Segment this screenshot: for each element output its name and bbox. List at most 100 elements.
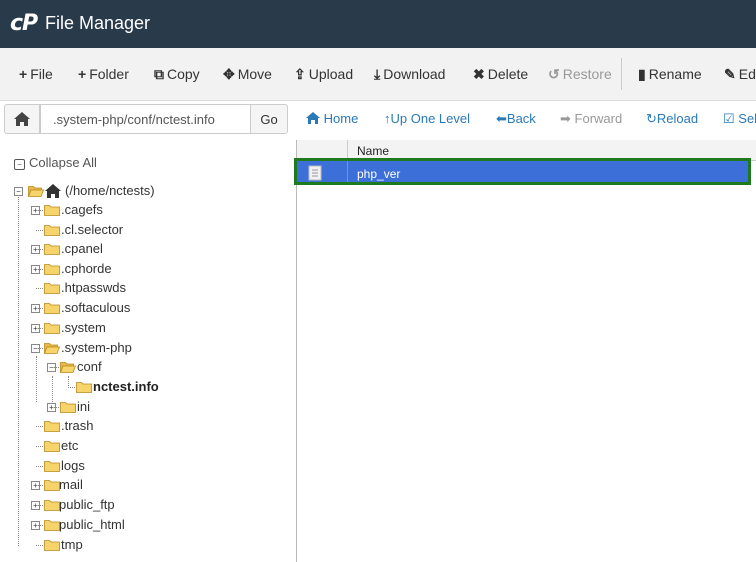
folder-icon — [44, 460, 60, 475]
home-path-button[interactable] — [4, 104, 40, 134]
tree-item-label: ini — [77, 399, 91, 414]
highlight-outline — [294, 158, 751, 185]
nav-home-button[interactable]: Home — [306, 111, 358, 126]
delete-icon: ✖ — [473, 66, 485, 82]
folder-icon — [60, 401, 76, 416]
reload-button[interactable]: ↻Reload — [646, 111, 698, 127]
select-all-button[interactable]: ☑ Sel — [723, 111, 756, 127]
tree-guide — [18, 194, 19, 546]
folder-open-icon — [27, 185, 45, 200]
tree-guide — [36, 466, 43, 467]
file-icon: ▮ — [638, 66, 646, 82]
tree-guide — [52, 376, 53, 406]
forward-button[interactable]: ➡ Forward — [560, 111, 622, 127]
path-bar: Go Home ↑Up One Level ⬅Back ➡ Forward ↻R… — [0, 100, 756, 140]
tree-guide — [36, 249, 43, 250]
tree-item-label: (/home/nctests) — [65, 183, 155, 198]
tree-guide — [52, 367, 59, 368]
collapse-icon[interactable]: − — [14, 187, 23, 196]
folder-icon — [44, 224, 60, 239]
reload-icon: ↻ — [646, 111, 657, 126]
tree-item-label: etc — [61, 438, 79, 453]
tree-guide — [52, 407, 59, 408]
download-icon: ⤓ — [374, 66, 381, 82]
tree-guide — [36, 525, 43, 526]
folder-icon — [44, 479, 60, 494]
folder-icon — [44, 282, 60, 297]
name-column-header[interactable]: Name — [357, 144, 389, 158]
path-input[interactable] — [40, 104, 252, 134]
home-icon — [306, 112, 320, 124]
plus-icon: + — [19, 66, 28, 82]
tree-guide — [36, 356, 37, 402]
folder-open-icon — [43, 342, 61, 357]
download-button[interactable]: ⤓ Download — [374, 66, 445, 83]
tree-item-label: nctest.info — [93, 379, 159, 394]
tree-guide — [36, 269, 43, 270]
move-icon: ✥ — [223, 66, 235, 82]
tree-item-label: public_html — [59, 517, 125, 532]
tree-item-label: conf — [77, 359, 102, 374]
collapse-all-button[interactable]: − Collapse All — [14, 155, 97, 170]
arrow-right-icon: ➡ — [560, 111, 571, 126]
tree-guide — [36, 485, 43, 486]
tree-guide — [36, 446, 43, 447]
tree-item-label: public_ftp — [59, 497, 115, 512]
checkbox-icon: ☑ — [723, 111, 735, 126]
folder-icon — [44, 243, 60, 258]
new-file-button[interactable]: + File — [19, 66, 53, 82]
edit-button[interactable]: ✎Edi — [724, 66, 756, 83]
tree-guide — [36, 328, 43, 329]
tree-guide — [36, 210, 43, 211]
directory-tree: − Collapse All − (/home/nctests) + .cagefs .c… — [0, 140, 296, 562]
folder-icon — [44, 263, 60, 278]
tree-item-label: .system — [61, 320, 106, 335]
new-folder-button[interactable]: + Folder — [78, 66, 129, 82]
toolbar: + File + Folder ⧉ Copy ✥ Move ⇪ Upload ⤓ Downl… — [0, 48, 756, 101]
back-button[interactable]: ⬅Back — [496, 111, 536, 127]
app-title: File Manager — [45, 13, 151, 33]
tree-item-label: .system-php — [61, 340, 132, 355]
tree-guide — [36, 230, 43, 231]
tree-item-label: .cagefs — [61, 202, 103, 217]
tree-item-label: .cl.selector — [61, 222, 124, 237]
folder-icon — [44, 499, 60, 514]
app-header: cP File Manager — [0, 0, 756, 48]
arrow-left-icon: ⬅ — [496, 111, 507, 126]
tree-item-label: logs — [61, 458, 85, 473]
folder-icon — [44, 420, 60, 435]
move-button[interactable]: ✥ Move — [223, 66, 272, 83]
folder-icon — [44, 539, 60, 554]
tree-item-label: .htpasswds — [61, 280, 127, 295]
folder-icon — [44, 519, 60, 534]
copy-button[interactable]: ⧉ Copy — [154, 66, 200, 83]
copy-icon: ⧉ — [154, 66, 164, 82]
restore-icon: ↺ — [548, 66, 560, 82]
upload-button[interactable]: ⇪ Upload — [294, 66, 353, 83]
delete-button[interactable]: ✖ Delete — [473, 66, 528, 83]
folder-open-icon — [59, 361, 77, 376]
tree-guide — [68, 387, 75, 388]
home-icon — [45, 184, 61, 201]
upload-icon: ⇪ — [294, 66, 306, 82]
folder-icon — [44, 440, 60, 455]
toolbar-divider — [621, 58, 622, 90]
tree-guide — [36, 308, 43, 309]
rename-button[interactable]: ▮ Rename — [638, 66, 702, 83]
plus-icon: + — [78, 66, 87, 82]
folder-icon — [76, 381, 92, 396]
tree-guide — [36, 505, 43, 506]
restore-button[interactable]: ↺ Restore — [548, 66, 612, 83]
tree-item-label: mail — [59, 477, 83, 492]
tree-item-label: .trash — [61, 418, 94, 433]
tree-item-label: .cphorde — [61, 261, 112, 276]
tree-guide — [36, 288, 43, 289]
up-one-level-button[interactable]: ↑Up One Level — [384, 111, 470, 126]
folder-icon — [44, 302, 60, 317]
go-button[interactable]: Go — [250, 104, 288, 134]
cpanel-logo: cP — [10, 11, 38, 36]
home-icon — [14, 112, 30, 126]
file-list-panel: Name php_ver — [294, 140, 756, 562]
collapse-icon: − — [14, 159, 25, 170]
folder-icon — [44, 204, 60, 219]
